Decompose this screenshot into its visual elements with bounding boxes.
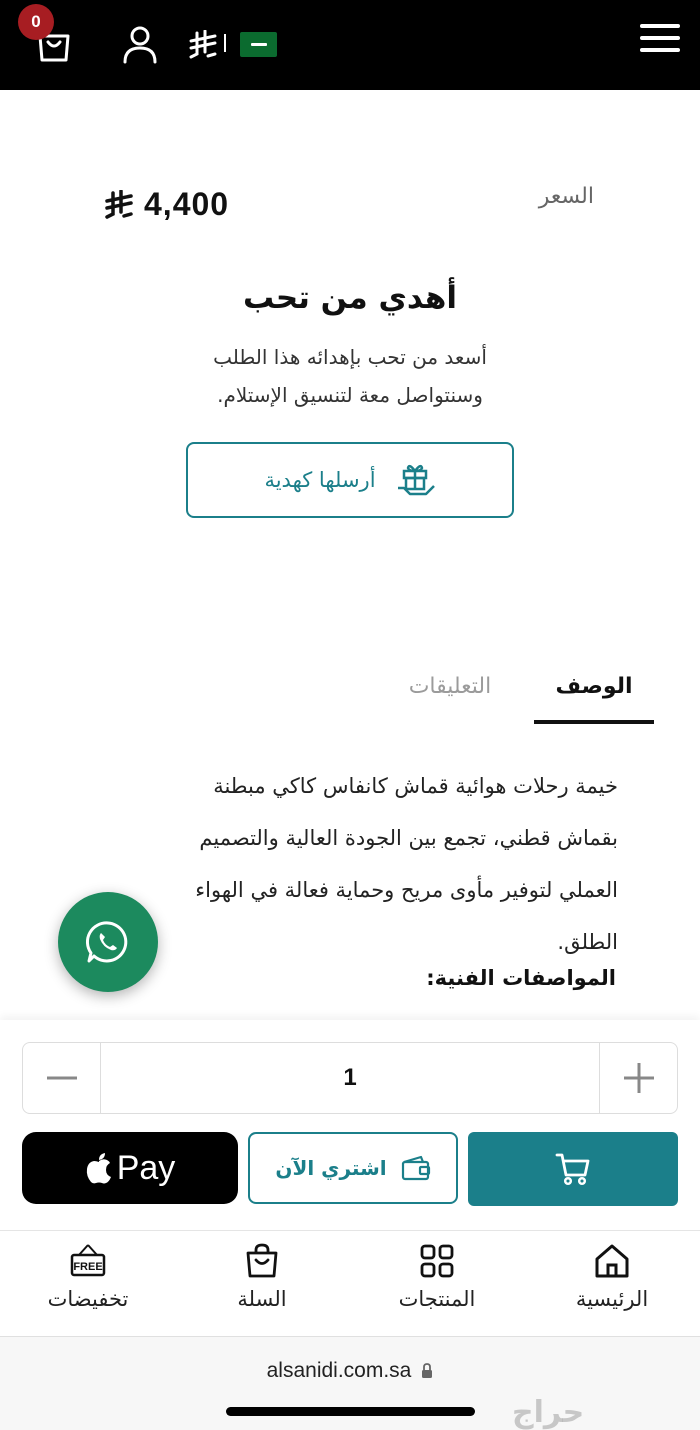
nav-item-sales[interactable]: FREE تخفيضات <box>13 1241 163 1311</box>
watermark-logo: حراج <box>512 1395 585 1430</box>
wallet-icon <box>401 1155 430 1181</box>
add-to-cart-button[interactable] <box>468 1132 678 1206</box>
account-button[interactable] <box>120 24 160 64</box>
header-divider <box>224 34 226 52</box>
lock-icon <box>422 1363 433 1378</box>
buy-now-button[interactable]: اشتري الآن <box>248 1132 458 1204</box>
description-line: العملي لتوفير مأوى مريح وحماية فعالة في … <box>195 878 618 902</box>
tab-description[interactable]: الوصف <box>534 674 654 699</box>
currency-switch[interactable] <box>188 29 218 60</box>
whatsapp-button[interactable] <box>58 892 158 992</box>
product-description: خيمة رحلات هوائية قماش كانفاس كاكي مبطنة… <box>110 760 618 968</box>
quantity-value[interactable]: 1 <box>101 1043 599 1113</box>
cart-count-badge: 0 <box>18 4 54 40</box>
saudi-riyal-icon <box>189 29 217 59</box>
description-line: بقماش قطني، تجمع بين الجودة العالية والت… <box>199 826 618 850</box>
top-header: 0 <box>0 0 700 90</box>
specs-heading: المواصفات الفنية: <box>426 966 616 990</box>
active-tab-indicator <box>534 720 654 724</box>
bottom-navigation: الرئيسية المنتجات السلة FREE تخفيضات <box>0 1230 700 1336</box>
user-icon <box>123 26 157 64</box>
buy-now-label: اشتري الآن <box>275 1156 387 1180</box>
nav-label-home: الرئيسية <box>575 1287 649 1311</box>
plus-icon <box>623 1063 654 1093</box>
url-text: alsanidi.com.sa <box>266 1359 412 1382</box>
country-flag-icon[interactable] <box>240 32 277 57</box>
gift-description: أسعد من تحب بإهدائه هذا الطلب وسنتواصل م… <box>150 338 550 414</box>
browser-address-bar: alsanidi.com.sa حراج <box>0 1336 700 1430</box>
nav-item-products[interactable]: المنتجات <box>362 1241 512 1311</box>
shopping-bag-icon <box>246 1243 278 1278</box>
grid-icon <box>420 1244 454 1278</box>
gift-description-line: وسنتواصل معة لتنسيق الإستلام. <box>217 383 483 407</box>
tab-comments[interactable]: التعليقات <box>380 674 520 699</box>
nav-label-products: المنتجات <box>398 1287 476 1311</box>
home-icon <box>595 1244 629 1278</box>
url-display[interactable]: alsanidi.com.sa <box>0 1359 700 1383</box>
gift-description-line: أسعد من تحب بإهدائه هذا الطلب <box>213 345 487 369</box>
price-amount: 4,400 <box>144 186 230 222</box>
gift-title: أهدي من تحب <box>243 280 457 316</box>
description-line: الطلق. <box>557 930 618 954</box>
send-as-gift-button[interactable]: أرسلها كهدية <box>186 442 514 518</box>
send-as-gift-label: أرسلها كهدية <box>264 468 376 492</box>
nav-label-cart: السلة <box>237 1287 287 1311</box>
apple-pay-button[interactable]: Pay <box>22 1132 238 1204</box>
whatsapp-icon <box>85 921 128 963</box>
increase-quantity-button[interactable] <box>599 1043 677 1113</box>
quantity-stepper: 1 <box>22 1042 678 1114</box>
apple-pay-label: Pay <box>116 1148 176 1187</box>
price-value: 4,400 <box>104 186 229 223</box>
home-indicator[interactable] <box>226 1407 475 1416</box>
nav-item-cart[interactable]: السلة <box>187 1241 337 1311</box>
saudi-riyal-icon <box>105 189 133 219</box>
cart-icon <box>555 1153 590 1186</box>
nav-item-home[interactable]: الرئيسية <box>537 1241 687 1311</box>
price-label: السعر <box>538 184 594 209</box>
decrease-quantity-button[interactable] <box>23 1043 101 1113</box>
apple-icon <box>86 1153 111 1184</box>
hamburger-menu-icon[interactable] <box>640 24 680 58</box>
free-sign-icon: FREE <box>70 1244 106 1277</box>
free-sign-text: FREE <box>73 1261 102 1273</box>
minus-icon <box>46 1076 77 1080</box>
gift-hand-icon <box>397 464 435 496</box>
description-line: خيمة رحلات هوائية قماش كانفاس كاكي مبطنة <box>213 774 618 798</box>
nav-label-sales: تخفيضات <box>47 1287 129 1311</box>
